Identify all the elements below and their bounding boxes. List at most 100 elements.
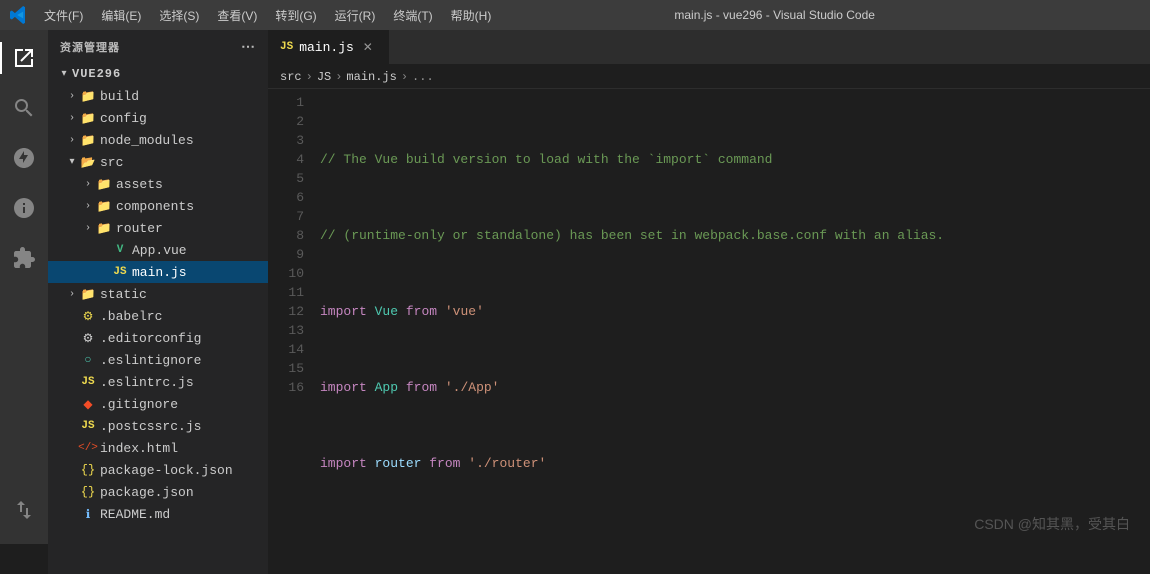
eslintignore-label: .eslintignore (100, 353, 201, 368)
window-title: main.js - vue296 - Visual Studio Code (674, 8, 875, 22)
tree-root[interactable]: ▾ VUE296 (48, 63, 268, 85)
node-modules-label: node_modules (100, 133, 194, 148)
editorconfig-label: .editorconfig (100, 331, 201, 346)
code-line-2: // (runtime-only or standalone) has been… (320, 226, 1150, 245)
line-num-8: 8 (268, 226, 304, 245)
sidebar-item-index-html[interactable]: › </> index.html (48, 437, 268, 459)
sidebar-item-eslintignore[interactable]: › ○ .eslintignore (48, 349, 268, 371)
breadcrumb-sep2: › (335, 70, 342, 84)
readme-label: README.md (100, 507, 170, 522)
postcssrc-icon: JS (80, 418, 96, 434)
sidebar-item-package-json[interactable]: › {} package.json (48, 481, 268, 503)
new-file-icon[interactable]: ⋯ (241, 38, 256, 55)
activity-extensions[interactable] (0, 234, 48, 282)
explorer-title: 资源管理器 (60, 39, 120, 55)
postcssrc-label: .postcssrc.js (100, 419, 201, 434)
tab-main-js[interactable]: JS main.js ✕ (268, 30, 389, 64)
line-numbers: 1 2 3 4 5 6 7 8 9 10 11 12 13 14 15 16 (268, 93, 316, 570)
readme-icon: ℹ (80, 506, 96, 522)
components-folder-icon: 📁 (96, 198, 112, 214)
src-arrow: ▾ (64, 154, 80, 170)
config-arrow: › (64, 110, 80, 126)
editorconfig-icon: ⚙ (80, 330, 96, 346)
menu-edit[interactable]: 编辑(E) (93, 4, 149, 27)
activity-debug[interactable] (0, 184, 48, 232)
line-num-15: 15 (268, 359, 304, 378)
code-editor[interactable]: // The Vue build version to load with th… (316, 93, 1150, 570)
eslintrc-label: .eslintrc.js (100, 375, 194, 390)
line-num-2: 2 (268, 112, 304, 131)
sidebar-item-router[interactable]: › 📁 router (48, 217, 268, 239)
index-html-label: index.html (100, 441, 178, 456)
line-num-5: 5 (268, 169, 304, 188)
assets-label: assets (116, 177, 163, 192)
sidebar-item-postcssrc[interactable]: › JS .postcssrc.js (48, 415, 268, 437)
breadcrumb-file: main.js (346, 70, 396, 84)
breadcrumb-ellipsis: ... (412, 70, 434, 84)
tab-bar: JS main.js ✕ (268, 30, 1150, 65)
build-label: build (100, 89, 139, 104)
menu-help[interactable]: 帮助(H) (443, 4, 500, 27)
breadcrumb-sep1: › (306, 70, 313, 84)
sidebar-item-app-vue[interactable]: › V App.vue (48, 239, 268, 261)
router-label: router (116, 221, 163, 236)
line-num-13: 13 (268, 321, 304, 340)
sidebar-item-editorconfig[interactable]: › ⚙ .editorconfig (48, 327, 268, 349)
sidebar-item-readme[interactable]: › ℹ README.md (48, 503, 268, 525)
sidebar-item-gitignore[interactable]: › ◆ .gitignore (48, 393, 268, 415)
sidebar-item-components[interactable]: › 📁 components (48, 195, 268, 217)
activity-search[interactable] (0, 84, 48, 132)
eslintignore-icon: ○ (80, 352, 96, 368)
sidebar-item-src[interactable]: ▾ 📂 src (48, 151, 268, 173)
line-num-3: 3 (268, 131, 304, 150)
editor-area: JS main.js ✕ src › JS › main.js › ... 1 … (268, 30, 1150, 574)
code-line-5: import router from './router' (320, 454, 1150, 473)
breadcrumb-js: JS (317, 70, 331, 84)
router-folder-icon: 📁 (96, 220, 112, 236)
activity-git[interactable] (0, 134, 48, 182)
src-label: src (100, 155, 123, 170)
code-line-6 (320, 530, 1150, 549)
sidebar-item-config[interactable]: › 📁 config (48, 107, 268, 129)
code-line-3: import Vue from 'vue' (320, 302, 1150, 321)
eslintrc-icon: JS (80, 374, 96, 390)
line-num-10: 10 (268, 264, 304, 283)
menu-file[interactable]: 文件(F) (36, 4, 91, 27)
babelrc-icon: ⚙ (80, 308, 96, 324)
line-num-4: 4 (268, 150, 304, 169)
sidebar-item-node-modules[interactable]: › 📁 node_modules (48, 129, 268, 151)
line-num-11: 11 (268, 283, 304, 302)
breadcrumb-sep3: › (401, 70, 408, 84)
components-label: components (116, 199, 194, 214)
titlebar-left: 文件(F) 编辑(E) 选择(S) 查看(V) 转到(G) 运行(R) 终端(T… (10, 4, 499, 27)
static-folder-icon: 📁 (80, 286, 96, 302)
assets-arrow: › (80, 176, 96, 192)
gitignore-label: .gitignore (100, 397, 178, 412)
line-num-9: 9 (268, 245, 304, 264)
vscode-icon (10, 6, 28, 24)
sidebar-item-eslintrc[interactable]: › JS .eslintrc.js (48, 371, 268, 393)
breadcrumb-src: src (280, 70, 302, 84)
menu-terminal[interactable]: 终端(T) (385, 4, 440, 27)
tab-close-button[interactable]: ✕ (360, 39, 376, 55)
sidebar-item-static[interactable]: › 📁 static (48, 283, 268, 305)
sidebar-item-build[interactable]: › 📁 build (48, 85, 268, 107)
menu-view[interactable]: 查看(V) (209, 4, 265, 27)
package-lock-icon: {} (80, 462, 96, 478)
activity-test[interactable] (0, 486, 48, 534)
src-folder-icon: 📂 (80, 154, 96, 170)
index-html-icon: </> (80, 440, 96, 456)
menu-select[interactable]: 选择(S) (151, 4, 207, 27)
activity-explorer[interactable] (0, 34, 48, 82)
editor-content[interactable]: 1 2 3 4 5 6 7 8 9 10 11 12 13 14 15 16 /… (268, 89, 1150, 574)
build-folder-icon: 📁 (80, 88, 96, 104)
sidebar-item-babelrc[interactable]: › ⚙ .babelrc (48, 305, 268, 327)
node-modules-folder-icon: 📁 (80, 132, 96, 148)
sidebar-item-package-lock[interactable]: › {} package-lock.json (48, 459, 268, 481)
menu-run[interactable]: 运行(R) (327, 4, 384, 27)
explorer-actions[interactable]: ⋯ (241, 38, 256, 55)
sidebar-item-assets[interactable]: › 📁 assets (48, 173, 268, 195)
sidebar-item-main-js[interactable]: › JS main.js (48, 261, 268, 283)
code-line-4: import App from './App' (320, 378, 1150, 397)
menu-goto[interactable]: 转到(G) (267, 4, 324, 27)
